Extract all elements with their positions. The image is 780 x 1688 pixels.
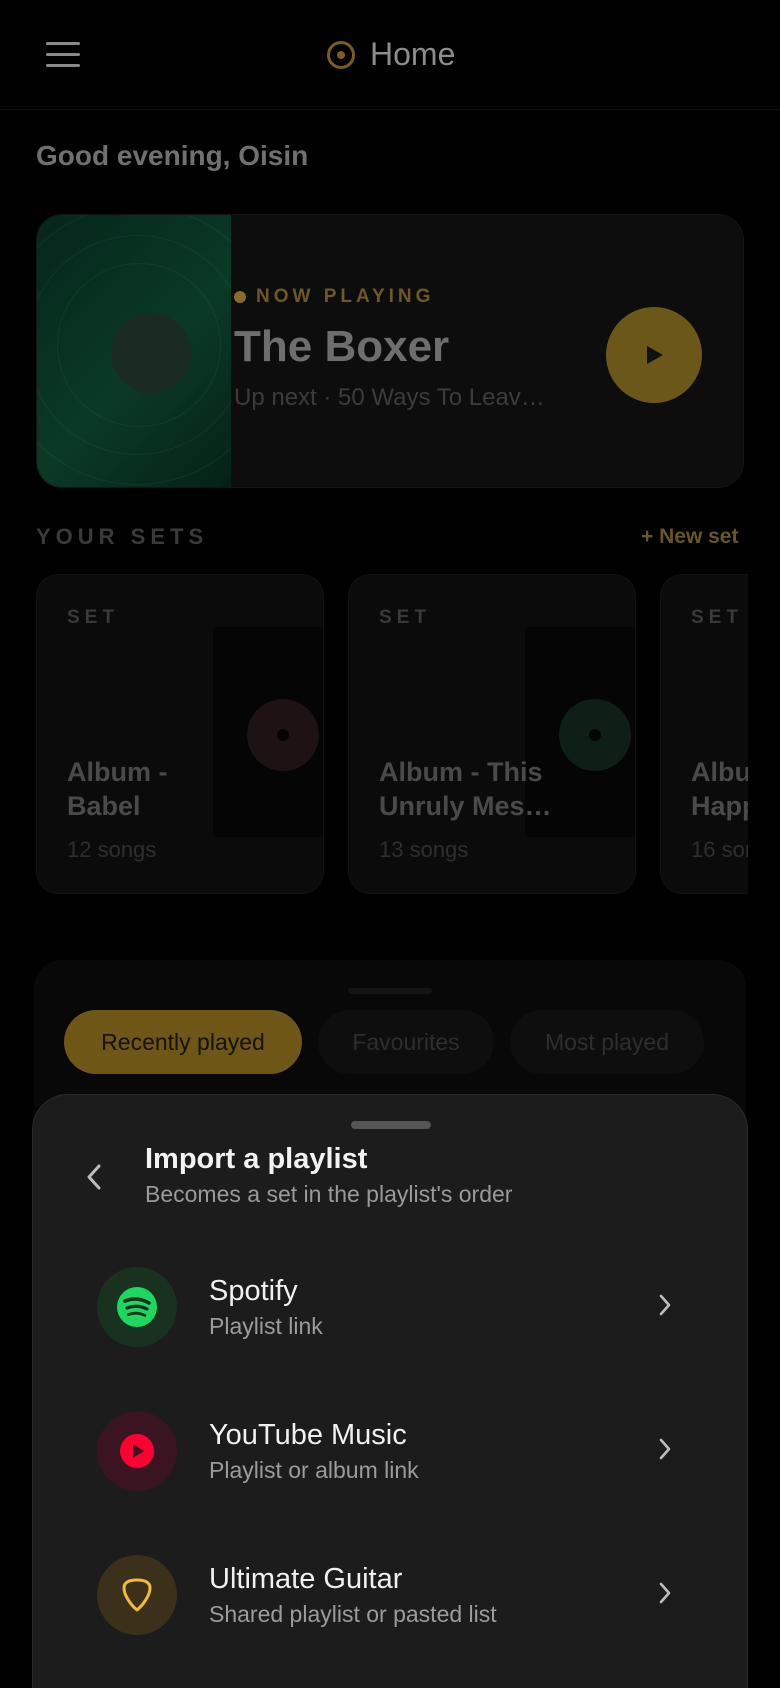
youtube-music-icon xyxy=(97,1411,177,1491)
greeting-text: Good evening, Oisin xyxy=(36,140,309,171)
up-next-text: Up next · 50 Ways To Leave Your Lover xyxy=(234,384,554,411)
option-subtitle: Playlist or album link xyxy=(209,1457,419,1483)
top-app-bar: Home xyxy=(0,0,780,110)
vinyl-icon xyxy=(559,699,631,771)
chevron-right-icon xyxy=(655,1433,675,1465)
now-playing-label: NOW PLAYING xyxy=(234,286,434,308)
track-title: The Boxer xyxy=(234,322,450,371)
set-song-count: 12 songs xyxy=(67,837,157,862)
set-title: Album - Happy… xyxy=(691,757,748,821)
page-title: Home xyxy=(370,36,456,72)
option-title: Ultimate Guitar xyxy=(209,1563,403,1595)
drag-handle[interactable] xyxy=(348,988,432,994)
import-option-ultimate-guitar[interactable]: Ultimate Guitar Shared playlist or paste… xyxy=(33,1533,749,1653)
chevron-right-icon xyxy=(655,1577,675,1609)
sheet-drag-handle[interactable] xyxy=(351,1121,431,1129)
option-subtitle: Shared playlist or pasted list xyxy=(209,1601,497,1627)
disc-icon xyxy=(327,40,355,69)
set-song-count: 16 songs xyxy=(691,837,748,862)
set-card[interactable]: SET Album - Babel 12 songs xyxy=(36,574,324,894)
page-header: Home xyxy=(326,36,455,73)
set-eyebrow: SET xyxy=(691,607,743,628)
guitar-pick-icon xyxy=(97,1555,177,1635)
sheet-subtitle: Becomes a set in the playlist's order xyxy=(145,1181,513,1207)
set-eyebrow: SET xyxy=(67,607,119,628)
album-artwork xyxy=(37,215,231,487)
set-card[interactable]: SET Album - This Unruly Mes… 13 songs xyxy=(348,574,636,894)
option-title: Spotify xyxy=(209,1275,298,1307)
set-title: Album - This Unruly Mes… xyxy=(379,757,552,821)
play-icon xyxy=(647,346,663,364)
playing-indicator-dot xyxy=(234,291,246,303)
now-playing-eyebrow: NOW PLAYING xyxy=(256,286,435,307)
new-set-button[interactable]: + New set xyxy=(641,525,738,549)
chevron-left-icon xyxy=(87,1164,101,1190)
option-title: YouTube Music xyxy=(209,1419,407,1451)
import-playlist-sheet: Import a playlist Becomes a set in the p… xyxy=(32,1094,748,1688)
back-button[interactable] xyxy=(79,1157,109,1197)
vinyl-icon xyxy=(247,699,319,771)
menu-icon[interactable] xyxy=(46,42,80,68)
sets-section-header: YOUR SETS xyxy=(36,524,209,549)
tab-recently-played[interactable]: Recently played xyxy=(64,1010,302,1074)
set-title: Album - Babel xyxy=(67,757,168,821)
sets-carousel[interactable]: SET Album - Babel 12 songs SET Album - T… xyxy=(36,574,748,894)
tab-favourites[interactable]: Favourites xyxy=(318,1010,494,1074)
chevron-right-icon xyxy=(655,1289,675,1321)
spotify-icon xyxy=(97,1267,177,1347)
import-option-spotify[interactable]: Spotify Playlist link xyxy=(33,1245,749,1365)
import-option-youtube-music[interactable]: YouTube Music Playlist or album link xyxy=(33,1389,749,1509)
sheet-title: Import a playlist xyxy=(145,1143,368,1175)
option-subtitle: Playlist link xyxy=(209,1313,323,1339)
set-card[interactable]: SET Album - Happy… 16 songs xyxy=(660,574,748,894)
set-eyebrow: SET xyxy=(379,607,431,628)
play-button[interactable] xyxy=(606,307,702,403)
tab-most-played[interactable]: Most played xyxy=(510,1010,704,1074)
set-song-count: 13 songs xyxy=(379,837,469,862)
